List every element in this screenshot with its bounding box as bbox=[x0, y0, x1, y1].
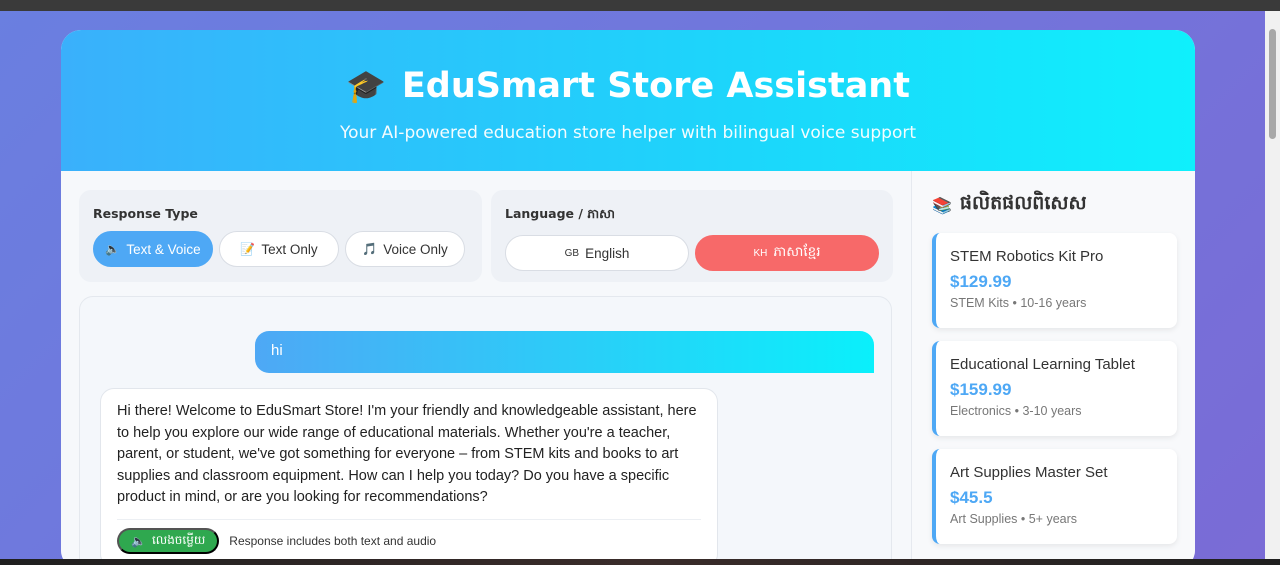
controls-row: Response Type 🔈 Text & Voice 📝 Text Only… bbox=[79, 190, 893, 282]
product-name: STEM Robotics Kit Pro bbox=[950, 248, 1104, 265]
bot-message: Hi there! Welcome to EduSmart Store! I'm… bbox=[100, 388, 718, 565]
app-subtitle: Your AI-powered education store helper w… bbox=[339, 123, 917, 143]
english-button[interactable]: GB English bbox=[505, 235, 689, 271]
app-container: 🎓 EduSmart Store Assistant Your AI-power… bbox=[61, 30, 1195, 565]
product-name: Educational Learning Tablet bbox=[950, 356, 1135, 373]
main-area: Response Type 🔈 Text & Voice 📝 Text Only… bbox=[61, 171, 1195, 565]
app-title-row: 🎓 EduSmart Store Assistant bbox=[61, 66, 1195, 106]
language-card: Language / ភាសា GB English KH ភាសាខ្មែរ bbox=[491, 190, 893, 282]
featured-products-sidebar: 📚 ផលិតផលពិសេស STEM Robotics Kit Pro $129… bbox=[911, 171, 1195, 565]
response-type-card: Response Type 🔈 Text & Voice 📝 Text Only… bbox=[79, 190, 482, 282]
featured-products-title-row: 📚 ផលិតផលពិសេស bbox=[932, 191, 1177, 219]
featured-products-title: ផលិតផលពិសេស bbox=[959, 192, 1087, 214]
product-price: $129.99 bbox=[950, 272, 1012, 291]
speaker-icon: 🔈 bbox=[131, 533, 146, 548]
bot-message-footer: 🔈 លេងចម្លើយ Response includes both text … bbox=[117, 518, 701, 554]
text-voice-label: Text & Voice bbox=[126, 241, 201, 257]
app-title: EduSmart Store Assistant bbox=[401, 66, 910, 106]
scrollbar-thumb[interactable] bbox=[1269, 29, 1276, 139]
product-card[interactable]: Educational Learning Tablet $159.99 Elec… bbox=[932, 341, 1177, 436]
product-meta: STEM Kits • 10-16 years bbox=[950, 296, 1087, 310]
product-price: $45.5 bbox=[950, 488, 993, 507]
books-icon: 📚 bbox=[932, 195, 952, 215]
play-response-button[interactable]: 🔈 លេងចម្លើយ bbox=[117, 527, 220, 554]
app-header: 🎓 EduSmart Store Assistant Your AI-power… bbox=[61, 30, 1195, 171]
voice-only-button[interactable]: 🎵 Voice Only bbox=[345, 231, 465, 267]
response-note: Response includes both text and audio bbox=[229, 533, 437, 548]
language-options: GB English KH ភាសាខ្មែរ bbox=[505, 235, 879, 271]
speaker-icon: 🔈 bbox=[105, 242, 121, 256]
english-label: English bbox=[585, 245, 630, 261]
music-note-icon: 🎵 bbox=[362, 242, 378, 256]
taskbar-strip bbox=[0, 559, 1280, 565]
text-only-label: Text Only bbox=[261, 241, 318, 257]
browser-top-bar bbox=[0, 0, 1280, 11]
response-type-options: 🔈 Text & Voice 📝 Text Only 🎵 Voice Only bbox=[93, 231, 468, 267]
page-scrollbar[interactable] bbox=[1265, 11, 1280, 560]
response-type-title: Response Type bbox=[93, 206, 198, 221]
product-name: Art Supplies Master Set bbox=[950, 464, 1108, 481]
user-message: hi bbox=[255, 331, 874, 373]
bot-message-text: Hi there! Welcome to EduSmart Store! I'm… bbox=[117, 403, 697, 505]
khmer-button[interactable]: KH ភាសាខ្មែរ bbox=[695, 235, 879, 271]
text-voice-button[interactable]: 🔈 Text & Voice bbox=[93, 231, 213, 267]
text-only-button[interactable]: 📝 Text Only bbox=[219, 231, 339, 267]
language-title: Language / ភាសា bbox=[505, 206, 616, 221]
product-meta: Art Supplies • 5+ years bbox=[950, 512, 1078, 526]
product-meta: Electronics • 3-10 years bbox=[950, 404, 1082, 418]
kh-flag-icon: KH bbox=[753, 247, 768, 259]
play-response-label: លេងចម្លើយ bbox=[151, 532, 206, 547]
gb-flag-icon: GB bbox=[564, 247, 580, 259]
product-price: $159.99 bbox=[950, 380, 1012, 399]
khmer-label: ភាសាខ្មែរ bbox=[773, 244, 821, 259]
memo-icon: 📝 bbox=[240, 242, 256, 256]
chat-panel: Response Type 🔈 Text & Voice 📝 Text Only… bbox=[61, 171, 911, 565]
product-card[interactable]: STEM Robotics Kit Pro $129.99 STEM Kits … bbox=[932, 233, 1177, 328]
voice-only-label: Voice Only bbox=[383, 241, 448, 257]
graduation-cap-icon: 🎓 bbox=[346, 67, 386, 105]
chat-window[interactable]: hi Hi there! Welcome to EduSmart Store! … bbox=[79, 296, 892, 565]
product-card[interactable]: Art Supplies Master Set $45.5 Art Suppli… bbox=[932, 449, 1177, 544]
